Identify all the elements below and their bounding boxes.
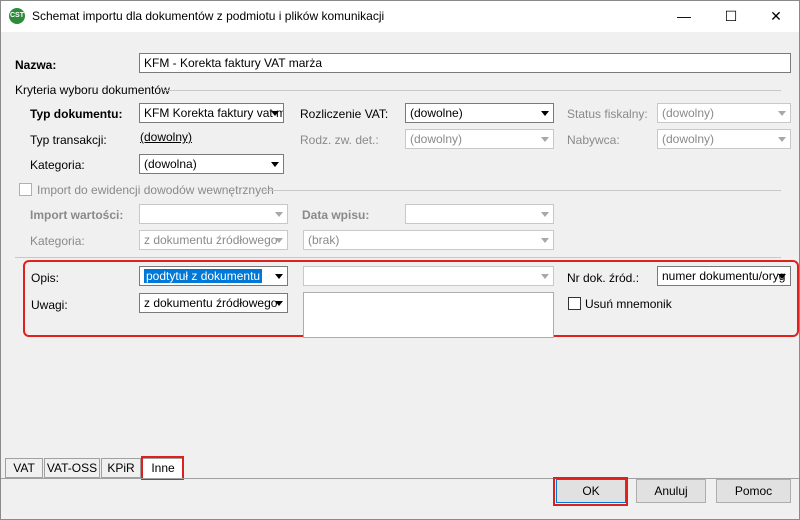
chevron-down-icon <box>275 274 283 279</box>
internal-category2-select[interactable]: (brak) <box>303 230 554 250</box>
zw-type-label: Rodz. zw. det.: <box>300 133 379 147</box>
tab-kpir[interactable]: KPiR <box>101 458 141 478</box>
chevron-down-icon <box>541 274 549 279</box>
chevron-down-icon <box>275 212 283 217</box>
internal-import-label: Import do ewidencji dowodów wewnętrznych <box>37 183 274 197</box>
tab-vat-oss[interactable]: VAT-OSS <box>44 458 100 478</box>
chevron-down-icon <box>778 137 786 142</box>
internal-category-label: Kategoria: <box>30 234 85 248</box>
buyer-select[interactable]: (dowolny) <box>657 129 791 149</box>
description-value: podtytuł z dokumentu <box>144 269 263 283</box>
notes-textarea[interactable] <box>303 292 554 338</box>
chevron-down-icon <box>541 212 549 217</box>
chevron-down-icon <box>271 111 279 116</box>
name-input[interactable]: KFM - Korekta faktury VAT marża <box>139 53 791 73</box>
internal-category2-value: (brak) <box>308 233 340 247</box>
dialog-window: CST Schemat importu dla dokumentów z pod… <box>0 0 800 520</box>
vat-settlement-value: (dowolne) <box>410 106 463 120</box>
help-button[interactable]: Pomoc <box>716 479 791 503</box>
chevron-down-icon <box>541 238 549 243</box>
internal-import-divider <box>263 190 781 191</box>
internal-import-checkbox[interactable] <box>19 183 32 196</box>
category-select[interactable]: (dowolna) <box>139 154 284 174</box>
doc-number-label: Nr dok. źród.: <box>567 271 640 285</box>
chevron-down-icon <box>778 111 786 116</box>
doc-type-value: KFM Korekta faktury vat m <box>144 106 284 120</box>
criteria-divider <box>163 90 781 91</box>
doc-number-value: numer dokumentu/oryg <box>662 269 786 283</box>
vat-settlement-label: Rozliczenie VAT: <box>300 107 389 121</box>
remove-mnemonic-label: Usuń mnemonik <box>585 297 672 311</box>
notes-label: Uwagi: <box>31 298 68 312</box>
buyer-label: Nabywca: <box>567 133 620 147</box>
window-title: Schemat importu dla dokumentów z podmiot… <box>32 9 385 23</box>
remove-mnemonic-checkbox[interactable] <box>568 297 581 310</box>
maximize-icon[interactable]: ☐ <box>708 1 754 32</box>
ok-button-highlight <box>553 477 628 506</box>
details-divider <box>15 257 781 258</box>
internal-category-value: z dokumentu źródłowego <box>144 233 278 247</box>
comarch-app-icon: CST <box>9 8 25 24</box>
category-label: Kategoria: <box>30 158 85 172</box>
entry-date-label: Data wpisu: <box>302 208 370 222</box>
internal-category-select[interactable]: z dokumentu źródłowego <box>139 230 288 250</box>
buyer-value: (dowolny) <box>662 132 715 146</box>
description2-select[interactable] <box>303 266 554 286</box>
zw-type-value: (dowolny) <box>410 132 463 146</box>
transaction-type-label: Typ transakcji: <box>30 133 107 147</box>
chevron-down-icon <box>275 301 283 306</box>
close-icon[interactable]: ✕ <box>753 1 799 32</box>
tab-inne-highlight <box>141 456 184 480</box>
chevron-down-icon <box>271 162 279 167</box>
entry-date-select[interactable] <box>405 204 554 224</box>
notes-select[interactable]: z dokumentu źródłowego <box>139 293 288 313</box>
description-label: Opis: <box>31 271 60 285</box>
value-import-select[interactable] <box>139 204 288 224</box>
chevron-down-icon <box>275 238 283 243</box>
tab-vat[interactable]: VAT <box>5 458 43 478</box>
category-value: (dowolna) <box>144 157 197 171</box>
description-select[interactable]: podtytuł z dokumentu <box>139 266 288 286</box>
value-import-label: Import wartości: <box>30 208 124 222</box>
minimize-icon[interactable]: — <box>661 1 707 32</box>
transaction-type-link[interactable]: (dowolny) <box>140 130 192 144</box>
fiscal-status-value: (dowolny) <box>662 106 715 120</box>
doc-number-select[interactable]: numer dokumentu/oryg <box>657 266 791 286</box>
chevron-down-icon <box>541 111 549 116</box>
vat-settlement-select[interactable]: (dowolne) <box>405 103 554 123</box>
notes-value: z dokumentu źródłowego <box>144 296 278 310</box>
cancel-button[interactable]: Anuluj <box>636 479 706 503</box>
fiscal-status-label: Status fiskalny: <box>567 107 648 121</box>
fiscal-status-select[interactable]: (dowolny) <box>657 103 791 123</box>
name-label: Nazwa: <box>15 58 57 72</box>
doc-type-label: Typ dokumentu: <box>30 107 123 121</box>
chevron-down-icon <box>541 137 549 142</box>
zw-type-select[interactable]: (dowolny) <box>405 129 554 149</box>
criteria-group-label: Kryteria wyboru dokumentów <box>15 83 170 97</box>
doc-type-select[interactable]: KFM Korekta faktury vat m <box>139 103 284 123</box>
title-bar: CST Schemat importu dla dokumentów z pod… <box>1 1 799 32</box>
chevron-down-icon <box>778 274 786 279</box>
